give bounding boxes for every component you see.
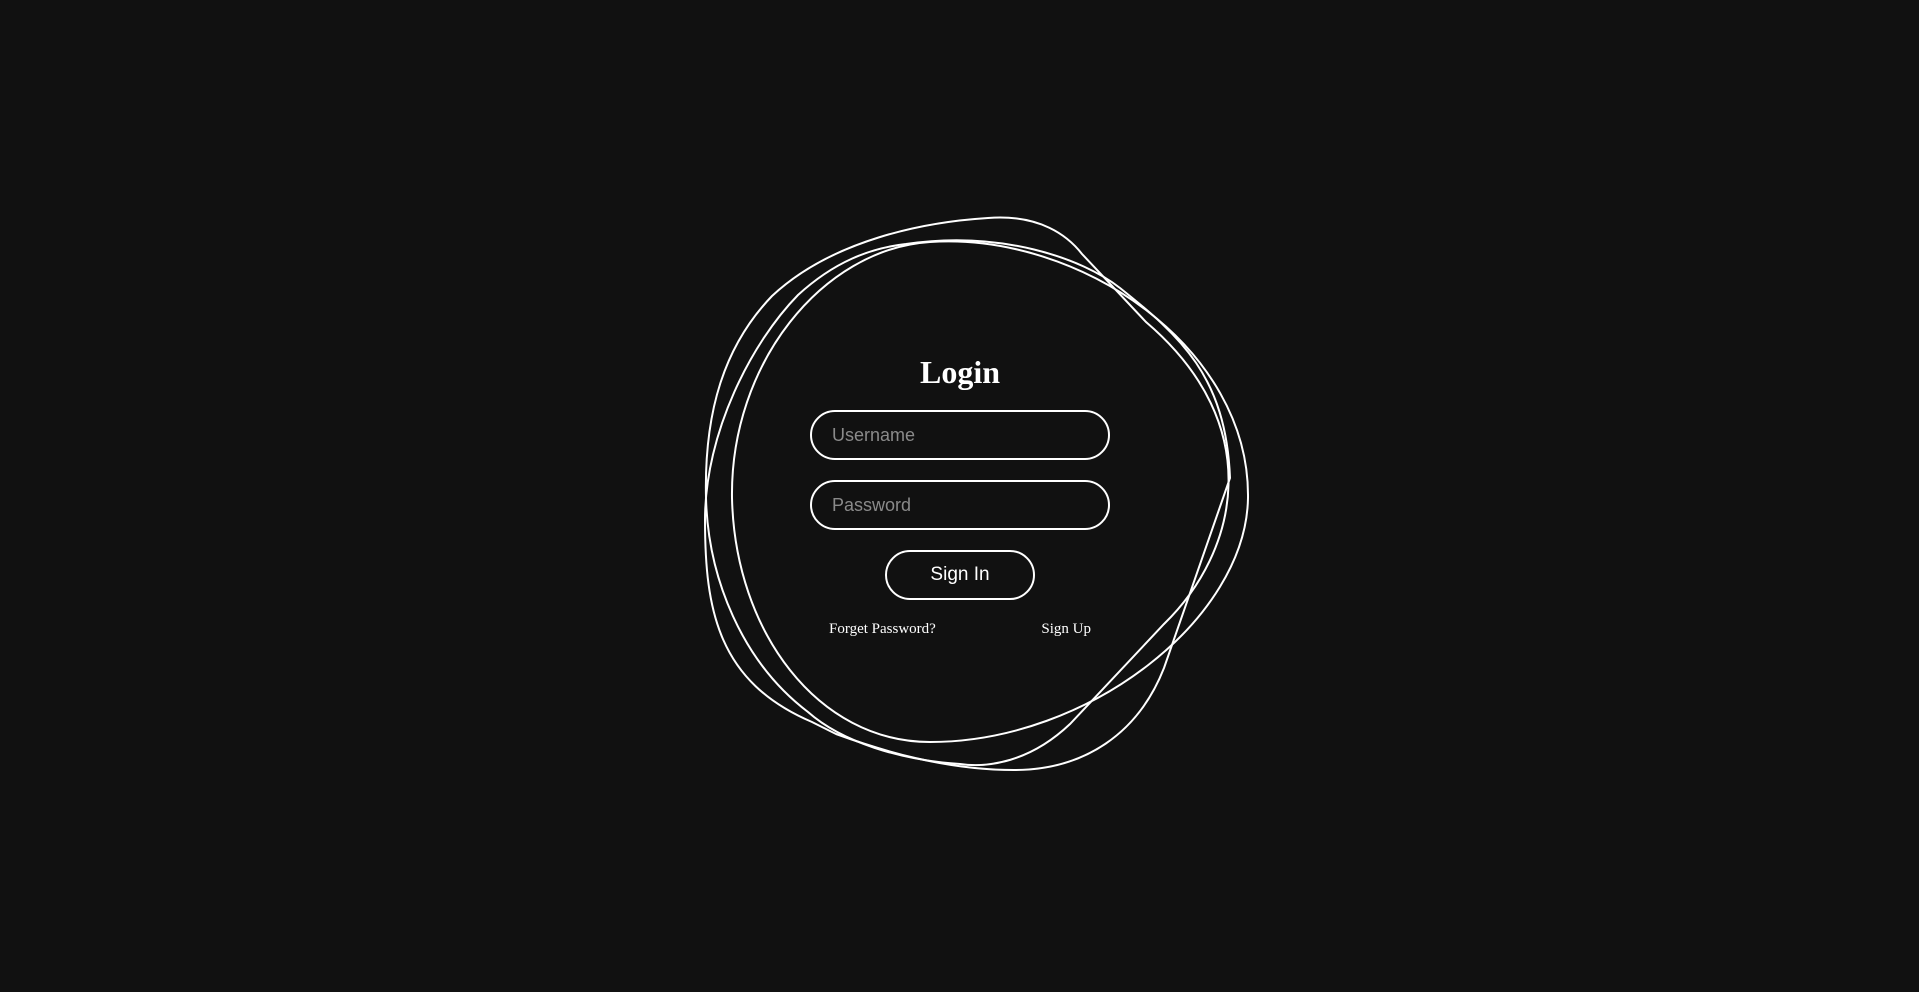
sign-in-button[interactable]: Sign In <box>885 550 1035 600</box>
auth-links: Forget Password? Sign Up <box>829 620 1091 638</box>
forgot-password-link[interactable]: Forget Password? <box>829 620 936 638</box>
login-title: Login <box>919 354 1001 390</box>
login-form: Login Sign In Forget Password? Sign Up <box>810 350 1110 638</box>
sign-up-link[interactable]: Sign Up <box>1041 620 1091 638</box>
username-input[interactable] <box>810 410 1110 460</box>
password-input[interactable] <box>810 480 1110 530</box>
